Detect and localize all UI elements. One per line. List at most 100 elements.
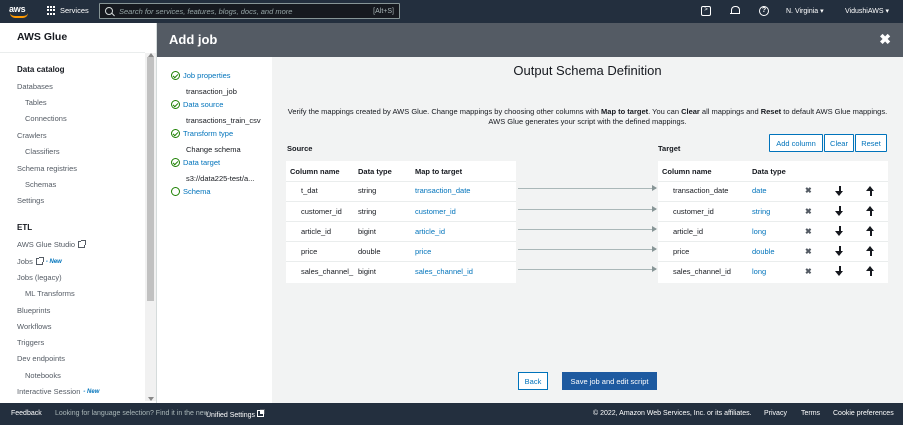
- target-data-type-link[interactable]: double: [752, 247, 775, 256]
- schema-content: Output Schema Definition Verify the mapp…: [272, 57, 903, 403]
- move-down-icon[interactable]: [835, 246, 844, 256]
- reset-button[interactable]: Reset: [855, 134, 887, 152]
- scroll-down-icon[interactable]: [148, 397, 154, 401]
- remove-icon[interactable]: ✖: [805, 247, 812, 256]
- scrollbar-thumb[interactable]: [147, 57, 154, 301]
- remove-icon[interactable]: ✖: [805, 207, 812, 216]
- step-value: s3://data225-test/a...: [186, 174, 255, 183]
- terms-link[interactable]: Terms: [801, 410, 820, 417]
- sidebar-item-ml-transforms[interactable]: ML Transforms: [25, 289, 75, 298]
- feedback-link[interactable]: Feedback: [11, 410, 42, 417]
- cookie-preferences-link[interactable]: Cookie preferences: [833, 410, 894, 417]
- step-label: Data source: [183, 100, 224, 109]
- row-divider: [658, 181, 888, 182]
- sidebar-item-jobs-legacy[interactable]: Jobs (legacy): [17, 273, 62, 282]
- bell-icon[interactable]: [730, 5, 740, 16]
- target-column-name: article_id: [673, 227, 704, 236]
- target-data-type-link[interactable]: long: [752, 227, 766, 236]
- target-column-name: price: [673, 247, 690, 256]
- save-job-button[interactable]: Save job and edit script: [562, 372, 657, 390]
- move-up-icon[interactable]: [866, 266, 875, 276]
- services-menu-button[interactable]: Services: [47, 6, 89, 15]
- move-up-icon[interactable]: [866, 226, 875, 236]
- map-to-target-link[interactable]: article_id: [415, 227, 445, 236]
- search-input[interactable]: Search for services, features, blogs, do…: [99, 3, 400, 19]
- unified-settings-label: Unified Settings: [206, 412, 256, 419]
- remove-icon[interactable]: ✖: [805, 267, 812, 276]
- back-button[interactable]: Back: [518, 372, 548, 390]
- source-column-name: price: [301, 247, 318, 256]
- row-divider: [286, 221, 516, 222]
- map-to-target-link[interactable]: customer_id: [415, 207, 456, 216]
- target-data-type-link[interactable]: long: [752, 267, 766, 276]
- sidebar-item-classifiers[interactable]: Classifiers: [25, 147, 60, 156]
- source-column-name: article_id: [301, 227, 332, 236]
- map-to-target-link[interactable]: sales_channel_id: [415, 267, 473, 276]
- unified-settings-link[interactable]: Unified Settings: [206, 409, 265, 419]
- sidebar-item-interactive-session[interactable]: Interactive Session - New: [17, 387, 99, 396]
- target-data-type-link[interactable]: string: [752, 207, 770, 216]
- close-icon[interactable]: ✖: [879, 32, 891, 46]
- sidebar-item-crawlers[interactable]: Crawlers: [17, 131, 47, 140]
- wizard-steps: Job properties transaction_job Data sour…: [157, 57, 272, 403]
- region-selector[interactable]: N. Virginia ▾: [786, 7, 824, 15]
- step-job-properties[interactable]: Job properties: [171, 71, 231, 80]
- step-data-source[interactable]: Data source: [171, 100, 223, 109]
- move-down-icon[interactable]: [835, 206, 844, 216]
- clear-button[interactable]: Clear: [824, 134, 854, 152]
- source-column-name: sales_channel_: [301, 267, 354, 276]
- sidebar-item-notebooks[interactable]: Notebooks: [25, 371, 61, 380]
- check-circle-icon: [171, 129, 180, 138]
- sidebar-item-settings[interactable]: Settings: [17, 196, 44, 205]
- desc-emph: Clear: [681, 107, 700, 116]
- privacy-link[interactable]: Privacy: [764, 410, 787, 417]
- sidebar-item-jobs[interactable]: Jobs - New: [17, 257, 62, 266]
- cloudshell-icon[interactable]: >: [701, 6, 711, 16]
- mapping-arrow: [518, 266, 657, 272]
- sidebar-item-connections[interactable]: Connections: [25, 114, 67, 123]
- circle-icon: [171, 187, 180, 196]
- sidebar-item-workflows[interactable]: Workflows: [17, 322, 51, 331]
- sidebar-scrollbar[interactable]: [145, 53, 156, 401]
- move-up-icon[interactable]: [866, 206, 875, 216]
- step-transform-type[interactable]: Transform type: [171, 129, 233, 138]
- source-data-type: string: [358, 186, 377, 195]
- sidebar-item-tables[interactable]: Tables: [25, 98, 47, 107]
- sidebar-item-databases[interactable]: Databases: [17, 82, 53, 91]
- step-schema[interactable]: Schema: [171, 187, 211, 196]
- move-down-icon[interactable]: [835, 266, 844, 276]
- desc-text: . You can: [648, 107, 682, 116]
- move-down-icon[interactable]: [835, 226, 844, 236]
- target-data-type-link[interactable]: date: [752, 186, 767, 195]
- sidebar-item-dev-endpoints[interactable]: Dev endpoints: [17, 354, 65, 363]
- sidebar-item-blueprints[interactable]: Blueprints: [17, 306, 50, 315]
- remove-icon[interactable]: ✖: [805, 227, 812, 236]
- step-label: Job properties: [183, 71, 231, 80]
- move-up-icon[interactable]: [866, 186, 875, 196]
- sidebar-item-label: Tables: [25, 98, 47, 107]
- map-to-target-link[interactable]: transaction_date: [415, 186, 470, 195]
- sidebar-item-label: Jobs (legacy): [17, 273, 62, 282]
- move-down-icon[interactable]: [835, 186, 844, 196]
- step-data-target[interactable]: Data target: [171, 158, 220, 167]
- move-up-icon[interactable]: [866, 246, 875, 256]
- sidebar-heading-etl: ETL: [17, 223, 33, 232]
- sidebar-item-schema-registries[interactable]: Schema registries: [17, 164, 77, 173]
- aws-logo[interactable]: aws: [9, 4, 31, 19]
- remove-icon[interactable]: ✖: [805, 186, 812, 195]
- sidebar-item-triggers[interactable]: Triggers: [17, 338, 44, 347]
- step-value: Change schema: [186, 145, 241, 154]
- map-to-target-link[interactable]: price: [415, 247, 431, 256]
- account-menu[interactable]: VidushiAWS ▾: [845, 7, 889, 15]
- sidebar-heading-data-catalog: Data catalog: [17, 65, 65, 74]
- search-placeholder: Search for services, features, blogs, do…: [119, 6, 293, 16]
- sidebar-item-schemas[interactable]: Schemas: [25, 180, 56, 189]
- column-header: Column name: [290, 167, 340, 176]
- source-label: Source: [287, 144, 313, 153]
- add-column-button[interactable]: Add column: [769, 134, 823, 152]
- mapping-arrow: [518, 185, 657, 191]
- sidebar-item-label: Schema registries: [17, 164, 78, 173]
- sidebar-divider: [0, 52, 145, 53]
- sidebar-item-glue-studio[interactable]: AWS Glue Studio: [17, 240, 87, 249]
- help-icon[interactable]: ?: [759, 6, 769, 16]
